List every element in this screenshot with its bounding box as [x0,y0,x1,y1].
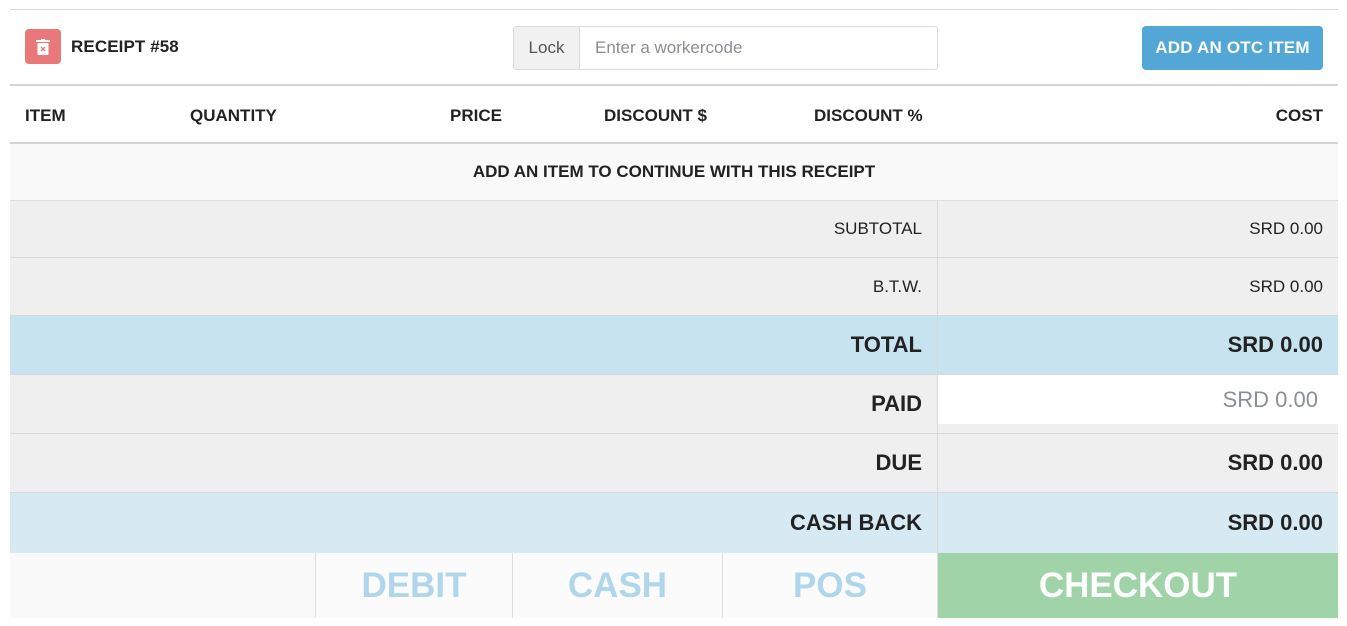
payment-methods: DEBIT CASH POS CHECKOUT [10,553,1338,618]
subtotal-label: SUBTOTAL [10,201,938,257]
add-otc-item-button[interactable]: ADD AN OTC ITEM [1142,26,1323,70]
delete-receipt-button[interactable] [25,29,61,64]
column-cost: COST [1275,106,1323,125]
paid-label: PAID [10,375,938,433]
column-price: PRICE [450,106,502,125]
due-label: DUE [10,434,938,492]
paid-row: PAID [10,375,1338,434]
due-value: SRD 0.00 [1227,450,1323,475]
subtotal-row: SUBTOTAL SRD 0.00 [10,201,1338,258]
pos-button[interactable]: POS [723,553,938,618]
cashback-row: CASH BACK SRD 0.00 [10,493,1338,553]
lock-group: Lock [513,26,938,70]
empty-items-message: ADD AN ITEM TO CONTINUE WITH THIS RECEIP… [10,144,1338,201]
due-row: DUE SRD 0.00 [10,434,1338,493]
trash-icon [36,38,50,55]
total-value: SRD 0.00 [1227,332,1323,357]
paid-cell [938,375,1338,433]
cash-button[interactable]: CASH [513,553,723,618]
column-discount-percent: DISCOUNT % [814,106,923,125]
btw-label: B.T.W. [10,258,938,315]
debit-button[interactable]: DEBIT [316,553,513,618]
column-item: ITEM [25,106,66,125]
checkout-button[interactable]: CHECKOUT [938,553,1338,618]
paid-input[interactable] [938,375,1338,424]
lock-label[interactable]: Lock [514,27,580,69]
column-discount-amount: DISCOUNT $ [604,106,707,125]
receipt-header: RECEIPT #58 Lock ADD AN OTC ITEM [10,10,1338,86]
workercode-input[interactable] [580,27,937,69]
column-headers: ITEM QUANTITY PRICE DISCOUNT $ DISCOUNT … [10,86,1338,144]
payment-spacer [10,553,316,618]
btw-value: SRD 0.00 [1249,276,1323,296]
receipt-panel: RECEIPT #58 Lock ADD AN OTC ITEM ITEM QU… [10,9,1338,618]
subtotal-value: SRD 0.00 [1249,219,1323,238]
cashback-label: CASH BACK [10,493,938,553]
total-label: TOTAL [10,316,938,374]
btw-row: B.T.W. SRD 0.00 [10,258,1338,316]
column-quantity: QUANTITY [190,106,277,125]
total-row: TOTAL SRD 0.00 [10,316,1338,375]
cashback-value: SRD 0.00 [1227,510,1323,535]
receipt-title: RECEIPT #58 [71,37,179,56]
